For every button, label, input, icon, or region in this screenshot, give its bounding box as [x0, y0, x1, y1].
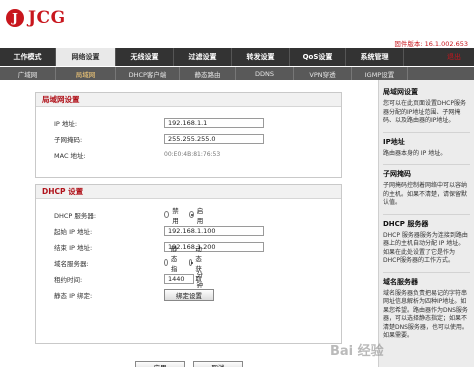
lan-mac-label: MAC 地址: — [54, 151, 86, 160]
exit-link[interactable]: 退出 — [434, 48, 474, 66]
tab-system-management[interactable]: 系统管理 — [346, 48, 404, 66]
subtab-dhcp-clients[interactable]: DHCP客户端 — [116, 67, 180, 80]
lease-field: 1440 分钟 — [164, 269, 208, 289]
help-dns-title: 域名服务器 — [383, 277, 418, 286]
dns-server-label: 域名服务器: — [54, 259, 89, 268]
help-dns-text: 域名服务器负责把易记的字符串网址信息解析为四种IP地址。如果您希望。路由器作为D… — [383, 289, 468, 340]
lease-label: 租约时间: — [54, 275, 83, 284]
subtab-lan[interactable]: 局域网 — [56, 67, 116, 80]
lease-unit: 分钟 — [196, 270, 204, 289]
dhcp-settings-title: DHCP 设置 — [36, 185, 341, 199]
lan-mask-input[interactable]: 255.255.255.0 — [164, 133, 264, 144]
help-lan-text: 您可以在此页面设置DHCP服务器分配的IP地址范围、子网掩码、以及路由器的IP地… — [383, 100, 466, 124]
tab-forward-settings[interactable]: 转发设置 — [232, 48, 290, 66]
cancel-button[interactable]: 取消 — [193, 361, 243, 367]
radio-on-icon — [188, 259, 193, 266]
tab-wireless-settings[interactable]: 无线设置 — [116, 48, 174, 66]
help-divider — [383, 131, 470, 133]
dhcp-start-input[interactable]: 192.168.1.100 — [164, 225, 264, 236]
help-ip-title: IP地址 — [383, 137, 405, 146]
dhcp-settings-panel: DHCP 设置 DHCP 服务器: 禁用 启用 起始 IP 地址: 192.16… — [35, 184, 342, 344]
tab-qos-settings[interactable]: QoS设置 — [290, 48, 346, 66]
help-lan-title: 局域网设置 — [383, 88, 418, 96]
dhcp-disable-label: 禁用 — [172, 206, 179, 225]
help-dhcp-text: DHCP 服务器服务为连接到路由器上的主机自动分配 IP 地址。如果在此处设置了… — [383, 231, 468, 265]
help-divider — [383, 213, 470, 215]
subtab-igmp-settings[interactable]: IGMP设置 — [352, 67, 408, 80]
bind-settings-button[interactable]: 绑定设置 — [164, 288, 214, 301]
logo-text: JCG — [28, 8, 66, 28]
lease-input[interactable]: 1440 — [164, 273, 194, 284]
help-mask-text: 子网掩码控制着网络中可以容纳的主机。如果不清楚，请保留默认值。 — [383, 182, 468, 206]
help-mask-title: 子网掩码 — [383, 170, 411, 178]
help-sidebar: 局域网设置 您可以在此页面设置DHCP服务器分配的IP地址范围、子网掩码、以及路… — [378, 80, 474, 367]
subtab-ddns[interactable]: DDNS — [236, 67, 294, 80]
apply-button[interactable]: 应用 — [135, 361, 185, 367]
help-divider — [383, 271, 470, 273]
tab-filter-settings[interactable]: 过滤设置 — [174, 48, 232, 66]
radio-off-icon — [164, 211, 170, 218]
lan-mac-value: 00:E0:4B:81:76:53 — [164, 151, 221, 158]
lan-settings-title: 局域网设置 — [36, 93, 341, 107]
dhcp-start-label: 起始 IP 地址: — [54, 227, 93, 236]
tab-work-mode[interactable]: 工作模式 — [0, 48, 56, 66]
main-nav: 工作模式 网络设置 无线设置 过滤设置 转发设置 QoS设置 系统管理 退出 — [0, 48, 474, 66]
dhcp-server-label: DHCP 服务器: — [54, 211, 97, 220]
subtab-wan[interactable]: 广域网 — [0, 67, 56, 80]
header: J JCG 固件版本: 16.1.002.653 — [0, 0, 474, 48]
firmware-version: 固件版本: 16.1.002.653 — [394, 40, 468, 48]
radio-off-icon — [164, 259, 168, 266]
lan-mask-label: 子网掩码: — [54, 135, 83, 144]
subtab-static-route[interactable]: 静态路由 — [180, 67, 236, 80]
subtab-vpn-passthrough[interactable]: VPN穿透 — [294, 67, 352, 80]
dhcp-enable-label: 启用 — [196, 206, 204, 225]
lan-ip-label: IP 地址: — [54, 119, 78, 128]
help-dhcp-title: DHCP 服务器 — [383, 219, 429, 228]
dhcp-server-options: 禁用 启用 — [164, 205, 213, 225]
jcg-logo: J JCG — [6, 8, 66, 28]
tab-network-settings[interactable]: 网络设置 — [56, 48, 116, 66]
dhcp-enable-radio[interactable]: 启用 — [188, 205, 206, 225]
dhcp-end-label: 结束 IP 地址: — [54, 243, 93, 252]
help-divider — [383, 164, 470, 165]
lan-settings-panel: 局域网设置 IP 地址: 192.168.1.1 子网掩码: 255.255.2… — [35, 92, 342, 178]
watermark: Bai 经验 — [330, 344, 384, 359]
help-ip-text: 路由器本身的 IP 地址。 — [383, 149, 447, 157]
lan-ip-input[interactable]: 192.168.1.1 — [164, 117, 264, 128]
static-bind-label: 静态 IP 绑定: — [54, 291, 93, 300]
dhcp-disable-radio[interactable]: 禁用 — [164, 205, 181, 225]
logo-mark: J — [6, 9, 24, 27]
radio-on-icon — [188, 211, 194, 218]
main-content: 局域网设置 IP 地址: 192.168.1.1 子网掩码: 255.255.2… — [0, 80, 378, 367]
sub-nav: 广域网 局域网 DHCP客户端 静态路由 DDNS VPN穿透 IGMP设置 — [0, 67, 474, 80]
